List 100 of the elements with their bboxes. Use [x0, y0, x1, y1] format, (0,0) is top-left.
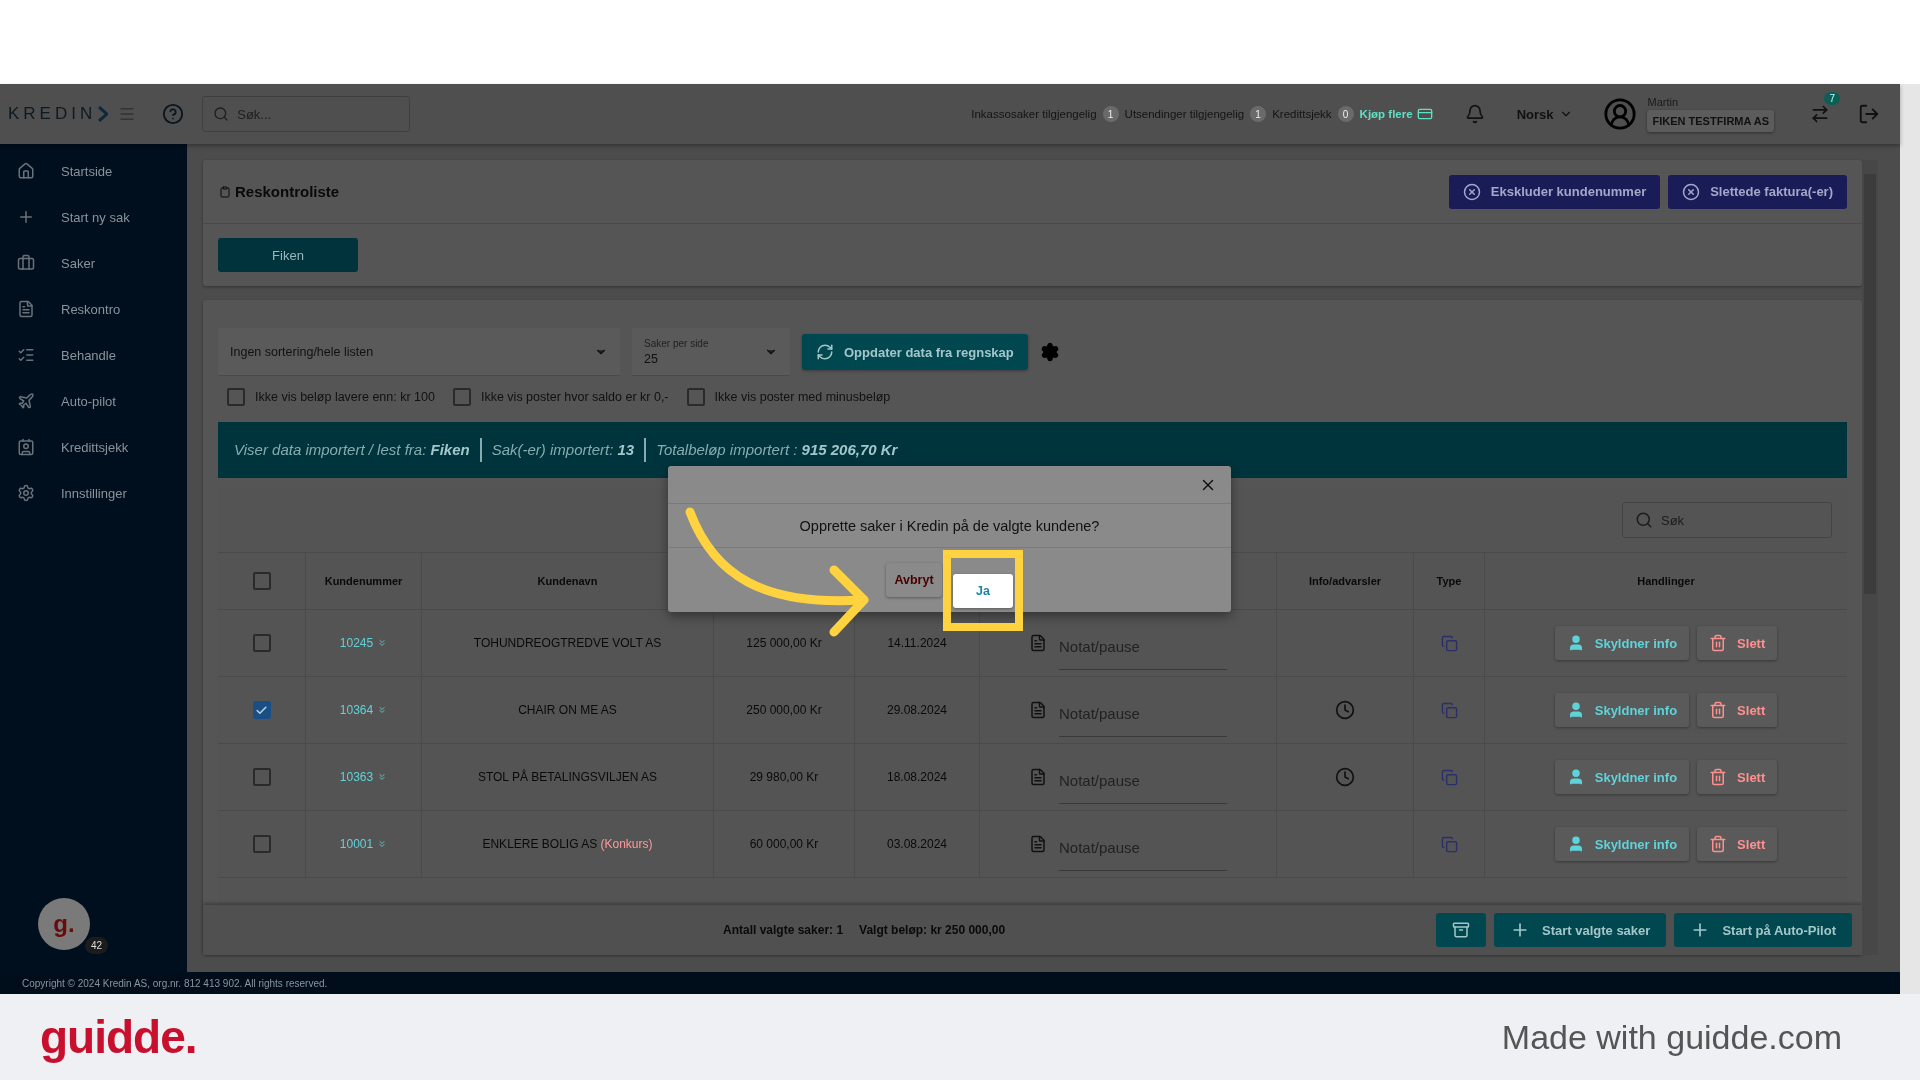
refresh-button[interactable]: Oppdater data fra regnskap	[802, 334, 1028, 370]
circle-x-icon	[1462, 182, 1481, 201]
settings-icon[interactable]	[1039, 342, 1060, 362]
avatar-badge: 42	[84, 937, 108, 954]
row-checkbox[interactable]	[252, 835, 271, 853]
debtor-info-button[interactable]: Skyldner info	[1554, 693, 1690, 727]
row-checkbox[interactable]	[252, 701, 271, 719]
banner-text: Totalbeløp importert : 915 206,70 Kr	[656, 441, 898, 458]
page-scrollbar[interactable]	[1900, 84, 1920, 994]
customer-number-link[interactable]: 10363	[339, 770, 388, 784]
date-cell: 03.08.2024	[886, 837, 948, 851]
nav-item[interactable]: Innstillinger	[0, 470, 187, 516]
customer-number-link[interactable]: 10364	[339, 703, 388, 717]
archive-button[interactable]	[1435, 913, 1486, 947]
delete-button[interactable]: Slett	[1697, 693, 1778, 727]
archive-icon	[1451, 921, 1470, 939]
count-badge: 0	[1337, 106, 1354, 122]
user-avatar-icon[interactable]	[1603, 97, 1638, 131]
check-icon	[255, 703, 268, 717]
row-checkbox[interactable]	[252, 634, 271, 652]
notification-badge: 7	[1824, 92, 1840, 105]
date-cell: 29.08.2024	[886, 703, 948, 717]
guidde-avatar[interactable]: g.	[38, 898, 90, 950]
amount-cell: 250 000,00 Kr	[746, 703, 822, 717]
column-header: Handlinger	[1637, 575, 1695, 587]
checkbox[interactable]	[227, 388, 245, 406]
copy-icon[interactable]	[1440, 634, 1458, 652]
cancel-button[interactable]: Avbryt	[886, 563, 942, 597]
column-header: Type	[1436, 575, 1462, 587]
swap-arrows-icon[interactable]	[1810, 104, 1830, 124]
debtor-info-button[interactable]: Skyldner info	[1554, 626, 1690, 660]
column-header: Kundenummer	[324, 575, 403, 587]
plus-icon	[17, 208, 35, 226]
trash-icon	[1709, 835, 1728, 853]
customer-number-link[interactable]: 10001	[339, 837, 388, 851]
trash-icon	[1709, 634, 1728, 652]
date-cell: 18.08.2024	[886, 770, 948, 784]
dialog-question: Opprette saker i Kredin på de valgte kundene?	[799, 517, 1100, 534]
checklist-icon	[17, 346, 35, 364]
search-icon	[213, 106, 230, 122]
checkbox[interactable]	[686, 388, 705, 406]
double-chevron-icon	[377, 772, 388, 782]
menu-icon[interactable]	[118, 105, 137, 123]
logout-icon[interactable]	[1858, 103, 1880, 125]
nav-item[interactable]: Startside	[0, 148, 187, 194]
company-button[interactable]: FIKEN TESTFIRMA AS	[1647, 110, 1774, 132]
card-icon	[1416, 106, 1433, 122]
debtor-info-button[interactable]: Skyldner info	[1554, 827, 1690, 861]
double-chevron-icon	[377, 839, 388, 849]
copy-icon[interactable]	[1440, 701, 1458, 719]
checkbox-label: Ikke vis beløp lavere enn: kr 100	[255, 390, 435, 404]
help-icon[interactable]	[162, 103, 185, 125]
trash-icon	[1709, 701, 1728, 719]
briefcase-icon	[17, 254, 35, 272]
note-icon	[1029, 835, 1047, 853]
nav-item[interactable]: Start ny sak	[0, 194, 187, 240]
copy-icon[interactable]	[1440, 835, 1458, 853]
customer-name: ENKLERE BOLIG AS (Konkurs)	[482, 837, 653, 851]
note-icon	[1029, 701, 1047, 719]
nav-item[interactable]: Auto-pilot	[0, 378, 187, 424]
search-icon	[1635, 511, 1653, 529]
table-search-field[interactable]: Søk	[1622, 502, 1832, 538]
action-button[interactable]: Slettede faktura(-er)	[1668, 174, 1847, 209]
clipboard-icon	[219, 185, 231, 198]
customer-name: STOL PÅ BETALINGSVILJEN AS	[477, 770, 658, 784]
language-select[interactable]: Norsk	[1516, 106, 1574, 122]
nav-item[interactable]: Behandle	[0, 332, 187, 378]
select-all-checkbox[interactable]	[252, 572, 271, 590]
source-button[interactable]: Fiken	[218, 238, 358, 272]
checkbox-label: Ikke vis poster med minusbeløp	[714, 390, 891, 404]
confirm-button[interactable]: Ja	[953, 573, 1013, 608]
row-checkbox[interactable]	[252, 768, 271, 786]
selection-summary: Antall valgte saker: 1	[723, 923, 844, 937]
copyright-text: Copyright © 2024 Kredin AS, org.nr. 812 413 902. All rights reserved.	[22, 977, 328, 989]
start-button[interactable]: Start valgte saker	[1493, 913, 1667, 947]
nav-item[interactable]: Reskontro	[0, 286, 187, 332]
trash-icon	[1709, 768, 1728, 786]
airplane-icon	[17, 392, 35, 410]
action-button[interactable]: Ekskluder kundenummer	[1448, 174, 1661, 209]
checkbox[interactable]	[452, 388, 471, 406]
delete-button[interactable]: Slett	[1697, 626, 1778, 660]
kredin-logo[interactable]: KREDIN	[8, 104, 109, 124]
debtor-info-button[interactable]: Skyldner info	[1554, 760, 1690, 794]
scrollbar[interactable]	[1862, 160, 1878, 955]
column-header: Info/advarsler	[1308, 575, 1382, 587]
customer-number-link[interactable]: 10245	[339, 636, 388, 650]
start-button[interactable]: Start på Auto-Pilot	[1674, 913, 1852, 947]
nav-item[interactable]: Kredittsjekk	[0, 424, 187, 470]
buy-more-link[interactable]: Kjøp flere	[1359, 106, 1433, 122]
bell-icon[interactable]	[1464, 104, 1485, 124]
delete-button[interactable]: Slett	[1697, 827, 1778, 861]
customer-name: TOHUNDREOGTREDVE VOLT AS	[473, 636, 662, 650]
made-with-text: Made with guidde.com	[1501, 1017, 1842, 1057]
delete-button[interactable]: Slett	[1697, 760, 1778, 794]
counter-label: Inkassosaker tilgjengelig	[971, 108, 1097, 120]
counter-label: Kredittsjekk	[1272, 108, 1332, 120]
sort-select[interactable]: Ingen sortering/hele listen	[218, 328, 620, 376]
customer-name: CHAIR ON ME AS	[518, 703, 617, 717]
nav-item[interactable]: Saker	[0, 240, 187, 286]
copy-icon[interactable]	[1440, 768, 1458, 786]
